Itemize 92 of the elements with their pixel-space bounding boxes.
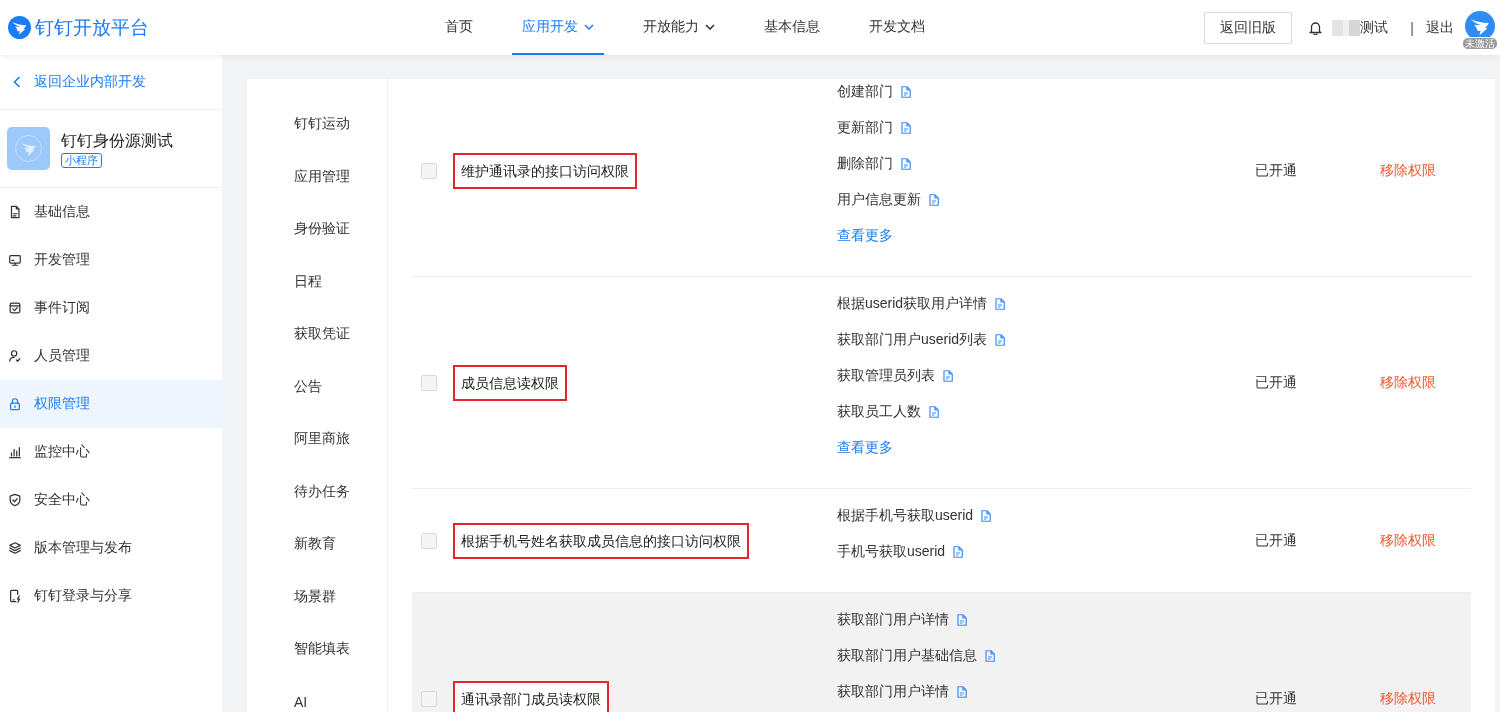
back-link[interactable]: 返回企业内部开发 <box>13 73 146 91</box>
api-name: 获取部门用户详情 <box>837 611 949 629</box>
checkbox[interactable] <box>421 162 437 179</box>
nav-tab[interactable]: 应用开发 <box>512 0 604 55</box>
document-icon[interactable] <box>929 194 939 206</box>
status-badge: 未激活 <box>1462 36 1498 50</box>
category-item[interactable]: 公告 <box>294 377 322 396</box>
nav-tab[interactable]: 基本信息 <box>754 0 830 55</box>
document-icon[interactable] <box>929 406 939 418</box>
document-icon[interactable] <box>901 122 911 134</box>
sidebar-item[interactable]: 安全中心 <box>0 476 222 524</box>
logo-icon[interactable] <box>8 16 31 39</box>
bell-icon[interactable] <box>1309 20 1323 35</box>
api-name: 根据userid获取用户详情 <box>837 295 988 313</box>
api-name: 获取员工人数 <box>837 403 921 421</box>
api-name: 获取部门用户userid列表 <box>837 331 988 349</box>
status-text: 已开通 <box>1255 161 1297 178</box>
blurred-name-block <box>1332 19 1361 36</box>
app-name: 钉钉身份源测试 <box>61 130 173 151</box>
api-name: 删除部门 <box>837 155 893 173</box>
api-name: 获取管理员列表 <box>837 367 935 385</box>
document-icon[interactable] <box>957 686 967 698</box>
document-icon[interactable] <box>995 334 1006 346</box>
checkbox[interactable] <box>421 374 437 391</box>
sidebar-item[interactable]: 人员管理 <box>0 332 222 380</box>
category-item[interactable]: 智能填表 <box>294 640 350 659</box>
user-name: 测试 <box>1360 18 1389 37</box>
app-type-tag: 小程序 <box>61 152 102 168</box>
status-text: 已开通 <box>1255 531 1297 548</box>
sidebar-item[interactable]: 版本管理与发布 <box>0 524 222 572</box>
sidebar-item[interactable]: 钉钉登录与分享 <box>0 572 222 620</box>
monitor-icon <box>8 253 22 267</box>
category-item[interactable]: 获取凭证 <box>294 325 350 344</box>
nav-tab[interactable]: 首页 <box>435 0 483 55</box>
category-item[interactable]: 新教育 <box>294 535 336 554</box>
remove-link[interactable]: 移除权限 <box>1380 373 1436 390</box>
category-item[interactable]: 日程 <box>294 272 322 291</box>
category-item[interactable]: 应用管理 <box>294 167 350 186</box>
sidebar-item[interactable]: 监控中心 <box>0 428 222 476</box>
category-item[interactable]: 待办任务 <box>294 482 350 501</box>
category-item[interactable]: 身份验证 <box>294 220 350 239</box>
more-link[interactable]: 查看更多 <box>837 227 893 245</box>
permission-name: 根据手机号姓名获取成员信息的接口访问权限 <box>453 522 749 559</box>
api-name: 更新部门 <box>837 119 893 137</box>
sidebar-item[interactable]: 事件订阅 <box>0 284 222 332</box>
logout-link[interactable]: 退出 <box>1426 18 1454 37</box>
phone-icon <box>8 589 22 603</box>
api-name: 用户信息更新 <box>837 191 921 209</box>
sidebar-item[interactable]: 开发管理 <box>0 236 222 284</box>
document-icon[interactable] <box>981 510 992 522</box>
sidebar-item[interactable]: 基础信息 <box>0 188 222 236</box>
permission-name: 成员信息读权限 <box>453 364 567 401</box>
lock-icon <box>8 397 22 411</box>
api-name: 创建部门 <box>837 83 893 101</box>
document-icon[interactable] <box>953 546 964 558</box>
sidebar-item[interactable]: 权限管理 <box>0 380 222 428</box>
checkbox[interactable] <box>421 691 437 707</box>
bar-chart-icon <box>8 445 22 459</box>
nav-tab[interactable]: 开放能力 <box>633 0 725 55</box>
old-version-button[interactable]: 返回旧版 <box>1204 11 1293 44</box>
permission-name: 通讯录部门成员读权限 <box>453 681 609 712</box>
document-icon[interactable] <box>901 86 911 98</box>
category-item[interactable]: 场景群 <box>294 587 336 606</box>
app-icon <box>7 127 50 170</box>
chevron-left-icon <box>13 76 21 88</box>
status-text: 已开通 <box>1255 690 1297 706</box>
separator-text: | <box>1410 19 1414 36</box>
category-item[interactable]: 钉钉运动 <box>294 115 350 134</box>
permission-name: 维护通讯录的接口访问权限 <box>453 152 637 189</box>
api-name: 根据手机号获取userid <box>837 507 974 525</box>
api-name: 手机号获取userid <box>837 543 946 561</box>
checkbox[interactable] <box>421 532 437 549</box>
nav-tab[interactable]: 开发文档 <box>859 0 935 55</box>
category-item[interactable]: AI <box>294 693 308 710</box>
document-icon[interactable] <box>985 650 995 662</box>
category-item[interactable]: 阿里商旅 <box>294 430 350 449</box>
person-icon <box>8 349 22 363</box>
document-icon[interactable] <box>995 298 1006 310</box>
api-name: 获取部门用户详情 <box>837 683 949 701</box>
api-name: 获取部门用户基础信息 <box>837 647 977 665</box>
document-icon[interactable] <box>901 158 911 170</box>
shield-icon <box>8 493 22 507</box>
remove-link[interactable]: 移除权限 <box>1380 161 1436 178</box>
document-icon <box>8 205 22 219</box>
status-text: 已开通 <box>1255 373 1297 390</box>
document-icon[interactable] <box>943 370 953 382</box>
remove-link[interactable]: 移除权限 <box>1380 531 1436 548</box>
document-icon[interactable] <box>957 614 967 626</box>
more-link[interactable]: 查看更多 <box>837 439 893 457</box>
check-square-icon <box>8 301 22 315</box>
layers-icon <box>8 541 22 555</box>
logo-text[interactable]: 钉钉开放平台 <box>35 15 149 40</box>
